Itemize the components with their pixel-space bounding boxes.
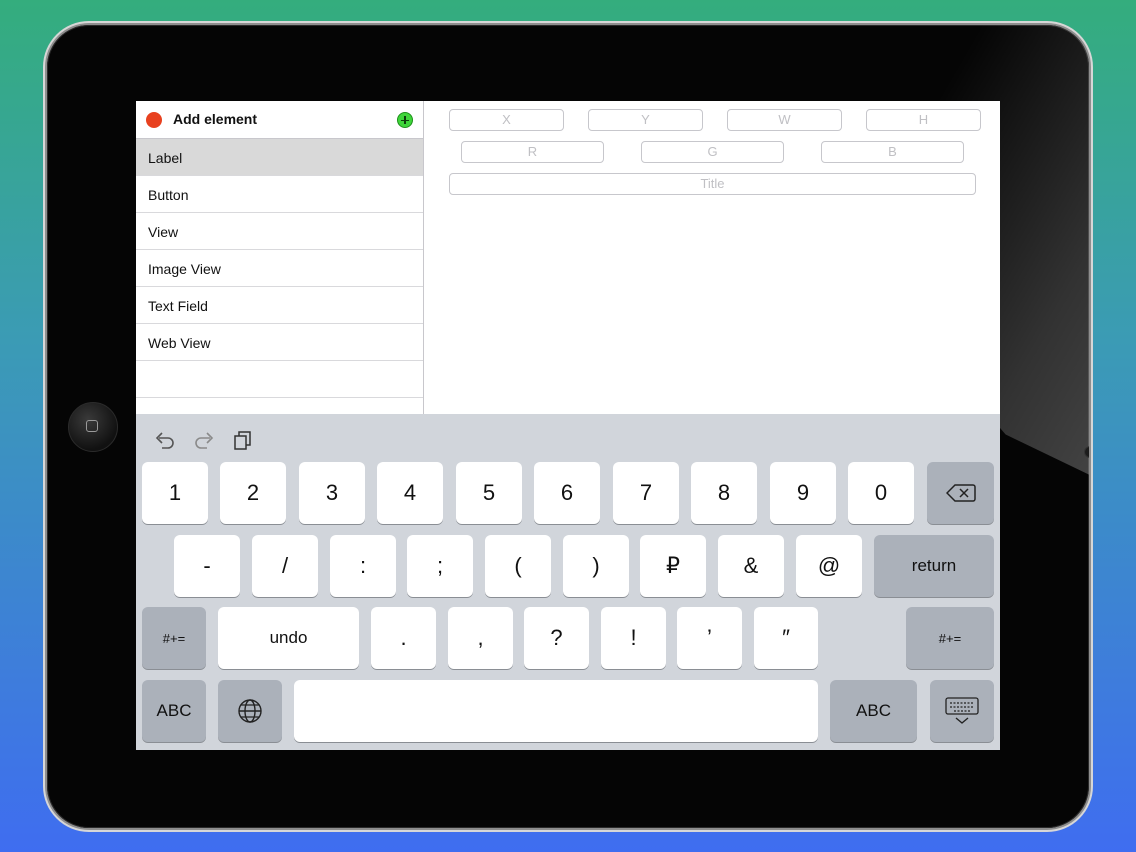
camera (1084, 446, 1089, 458)
key-ruble[interactable]: ₽ (640, 535, 706, 597)
key-9[interactable]: 9 (770, 462, 836, 524)
undo-icon[interactable] (154, 430, 176, 450)
sidebar-item-button[interactable]: Button (136, 176, 423, 213)
abc-key-left[interactable]: ABC (142, 680, 206, 742)
globe-icon (238, 699, 262, 723)
abc-key-right[interactable]: ABC (830, 680, 917, 742)
key-comma[interactable]: , (448, 607, 513, 669)
sidebar: Add element Label Button View Image View… (136, 101, 424, 414)
keyboard: 1 2 3 4 5 6 7 8 9 0 - / : ; ( ) ₽ & @ re… (136, 414, 1000, 750)
key-semicolon[interactable]: ; (407, 535, 473, 597)
app-screen: Add element Label Button View Image View… (136, 101, 1000, 750)
home-button[interactable] (68, 402, 118, 452)
w-field[interactable]: W (727, 109, 842, 131)
globe-key[interactable] (218, 680, 282, 742)
key-dash[interactable]: - (174, 535, 240, 597)
return-key[interactable]: return (874, 535, 994, 597)
key-exclamation[interactable]: ! (601, 607, 666, 669)
sidebar-item-empty (136, 361, 423, 398)
key-2[interactable]: 2 (220, 462, 286, 524)
key-7[interactable]: 7 (613, 462, 679, 524)
key-colon[interactable]: : (330, 535, 396, 597)
keyboard-dismiss-key[interactable] (930, 680, 994, 742)
key-ampersand[interactable]: & (718, 535, 784, 597)
sidebar-item-text: Text Field (148, 298, 208, 314)
symbols-key-left[interactable]: #+= (142, 607, 206, 669)
h-field[interactable]: H (866, 109, 981, 131)
key-question[interactable]: ? (524, 607, 589, 669)
key-4[interactable]: 4 (377, 462, 443, 524)
x-field[interactable]: X (449, 109, 564, 131)
key-slash[interactable]: / (252, 535, 318, 597)
delete-icon (945, 484, 976, 502)
key-0[interactable]: 0 (848, 462, 914, 524)
sidebar-item-text-field[interactable]: Text Field (136, 287, 423, 324)
add-icon[interactable] (397, 112, 413, 128)
redo-icon[interactable] (193, 430, 215, 450)
space-bar[interactable] (294, 680, 818, 742)
key-close-paren[interactable]: ) (563, 535, 629, 597)
g-field[interactable]: G (641, 141, 784, 163)
sidebar-header: Add element (136, 101, 423, 139)
key-6[interactable]: 6 (534, 462, 600, 524)
title-field[interactable]: Title (449, 173, 976, 195)
record-dot-button[interactable] (146, 112, 162, 128)
key-5[interactable]: 5 (456, 462, 522, 524)
y-field[interactable]: Y (588, 109, 703, 131)
keyboard-dismiss-icon (945, 697, 979, 724)
key-open-paren[interactable]: ( (485, 535, 551, 597)
sidebar-item-label[interactable]: Label (136, 139, 423, 176)
sidebar-item-text: Image View (148, 261, 221, 277)
key-period[interactable]: . (371, 607, 436, 669)
sidebar-item-text: Web View (148, 335, 211, 351)
sidebar-item-text: Button (148, 187, 189, 203)
sidebar-item-web-view[interactable]: Web View (136, 324, 423, 361)
sidebar-title: Add element (173, 111, 258, 127)
sidebar-item-view[interactable]: View (136, 213, 423, 250)
home-square-icon (86, 420, 98, 432)
sidebar-item-text: View (148, 224, 179, 240)
undo-key[interactable]: undo (218, 607, 359, 669)
symbols-key-right[interactable]: #+= (906, 607, 994, 669)
key-apostrophe[interactable]: ’ (677, 607, 742, 669)
delete-key[interactable] (927, 462, 994, 524)
key-double-prime[interactable]: ″ (754, 607, 818, 669)
key-3[interactable]: 3 (299, 462, 365, 524)
r-field[interactable]: R (461, 141, 604, 163)
paste-icon[interactable] (233, 430, 253, 450)
sidebar-item-image-view[interactable]: Image View (136, 250, 423, 287)
b-field[interactable]: B (821, 141, 964, 163)
key-1[interactable]: 1 (142, 462, 208, 524)
key-at[interactable]: @ (796, 535, 862, 597)
key-8[interactable]: 8 (691, 462, 757, 524)
sidebar-item-text: Label (148, 150, 183, 166)
